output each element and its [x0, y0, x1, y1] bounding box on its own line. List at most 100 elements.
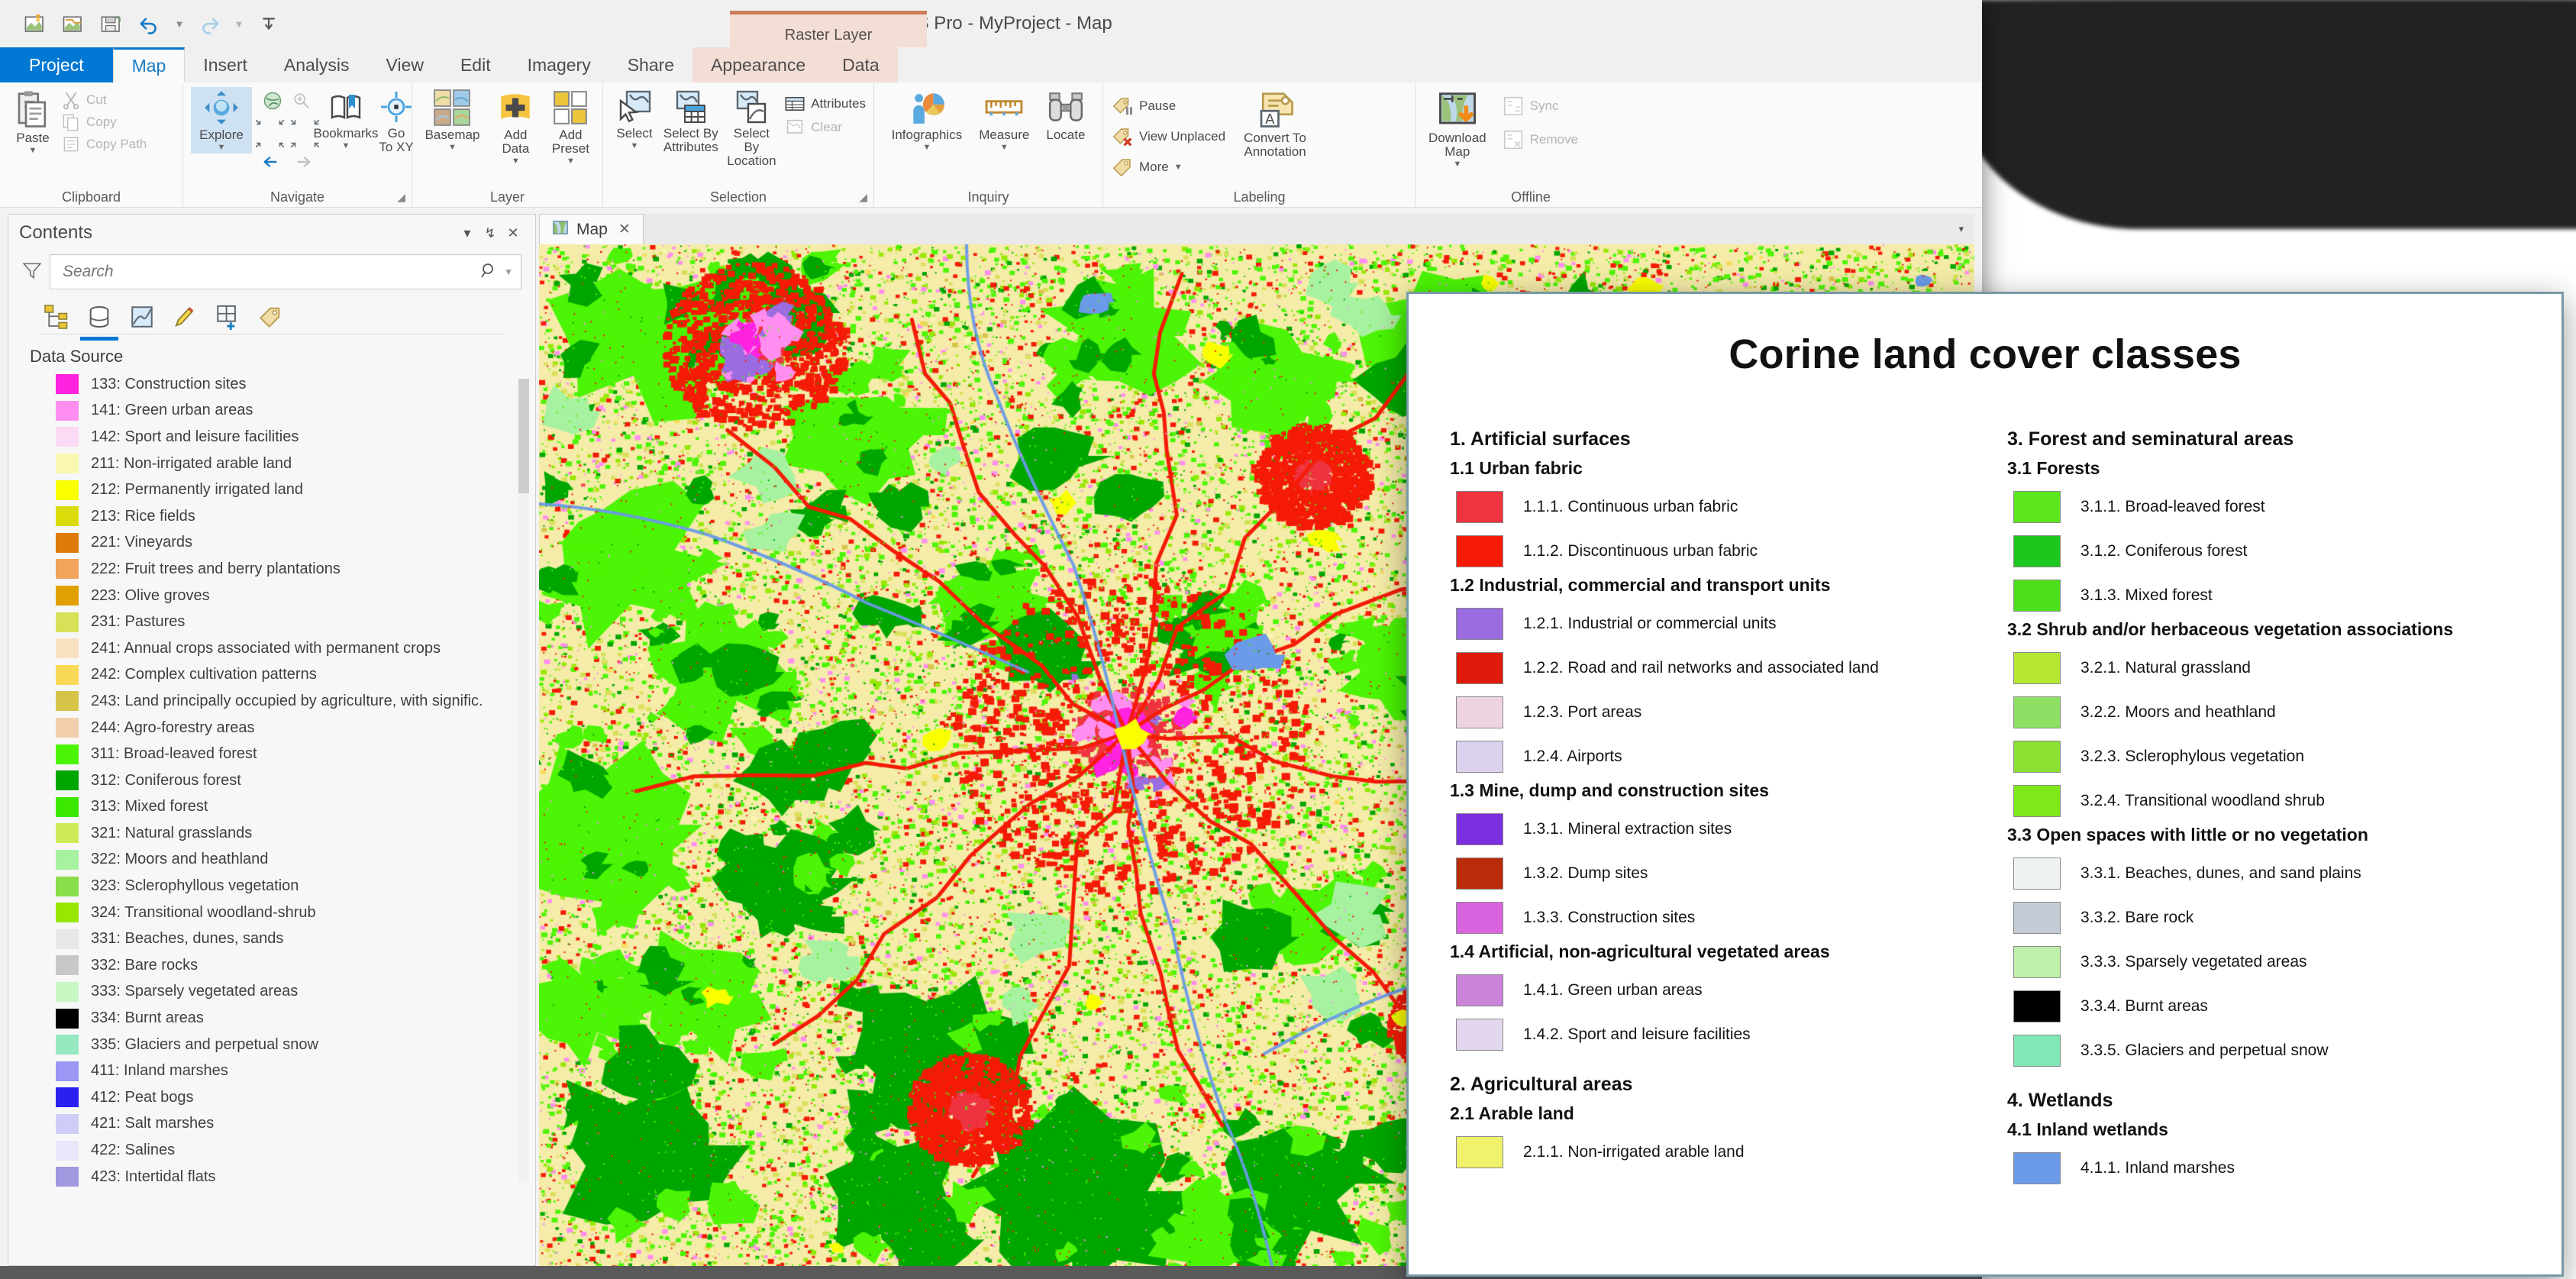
- locate-button[interactable]: Locate: [1041, 87, 1089, 144]
- bookmarks-dropdown-icon[interactable]: ▼: [342, 141, 350, 150]
- legend-row[interactable]: 243: Land principally occupied by agricu…: [56, 688, 535, 715]
- legend-row[interactable]: 142: Sport and leisure facilities: [56, 424, 535, 451]
- legend-row[interactable]: 324: Transitional woodland-shrub: [56, 899, 535, 926]
- copy-button[interactable]: Copy: [61, 112, 147, 132]
- bookmarks-button[interactable]: Bookmarks ▼: [313, 87, 379, 152]
- tab-edit[interactable]: Edit: [442, 47, 509, 82]
- cut-button[interactable]: Cut: [61, 90, 147, 110]
- tab-view[interactable]: View: [368, 47, 442, 82]
- legend-row[interactable]: 321: Natural grasslands: [56, 820, 535, 847]
- select-dropdown-icon[interactable]: ▼: [631, 141, 639, 150]
- copy-path-button[interactable]: Copy Path: [61, 134, 147, 154]
- legend-row[interactable]: 323: Sclerophyllous vegetation: [56, 873, 535, 899]
- close-map-tab-icon[interactable]: ✕: [618, 221, 631, 238]
- list-by-editing-icon[interactable]: [169, 301, 201, 333]
- navigate-dialog-launcher-icon[interactable]: ◢: [397, 191, 405, 204]
- zoom-in-arrows-2-icon[interactable]: [271, 118, 286, 132]
- measure-dropdown-icon[interactable]: ▼: [1000, 143, 1009, 152]
- legend-row[interactable]: 332: Bare rocks: [56, 952, 535, 979]
- map-tabbar-overflow-icon[interactable]: ▾: [1948, 214, 1974, 244]
- tab-imagery[interactable]: Imagery: [509, 47, 609, 82]
- legend-row[interactable]: 422: Salines: [56, 1137, 535, 1164]
- pin-pane-icon[interactable]: ↯: [479, 225, 502, 241]
- legend-row[interactable]: 223: Olive groves: [56, 583, 535, 609]
- redo-icon[interactable]: [194, 8, 224, 39]
- tab-map[interactable]: Map: [112, 47, 186, 82]
- basemap-dropdown-icon[interactable]: ▼: [448, 143, 457, 152]
- legend-row[interactable]: 412: Peat bogs: [56, 1084, 535, 1111]
- list-by-labeling-icon[interactable]: [254, 301, 286, 333]
- explore-dropdown-icon[interactable]: ▼: [218, 143, 226, 152]
- legend-row[interactable]: 421: Salt marshes: [56, 1111, 535, 1138]
- legend-row[interactable]: 333: Sparsely vegetated areas: [56, 979, 535, 1006]
- tab-insert[interactable]: Insert: [185, 47, 266, 82]
- select-by-location-button[interactable]: Select By Location: [724, 87, 780, 170]
- download-map-dropdown-icon[interactable]: ▼: [1453, 160, 1461, 169]
- legend-row[interactable]: 312: Coniferous forest: [56, 767, 535, 794]
- tab-share[interactable]: Share: [609, 47, 692, 82]
- zoom-in-arrows-icon[interactable]: [253, 118, 269, 132]
- infographics-dropdown-icon[interactable]: ▼: [922, 143, 931, 152]
- save-project-icon[interactable]: [96, 8, 127, 39]
- zoom-out-arrows-icon[interactable]: [289, 118, 304, 132]
- tab-appearance[interactable]: Appearance: [692, 47, 825, 82]
- legend-row[interactable]: 213: Rice fields: [56, 503, 535, 530]
- legend-row[interactable]: 211: Non-irrigated arable land: [56, 451, 535, 477]
- legend-row[interactable]: 331: Beaches, dunes, sands: [56, 925, 535, 952]
- sync-button[interactable]: Sync: [1502, 95, 1578, 118]
- basemap-button[interactable]: Basemap ▼: [421, 87, 485, 153]
- infographics-button[interactable]: Infographics ▼: [887, 87, 967, 153]
- download-map-button[interactable]: Download Map ▼: [1424, 87, 1491, 170]
- explore-button[interactable]: Explore ▼: [191, 87, 252, 153]
- legend-row[interactable]: 212: Permanently irrigated land: [56, 476, 535, 503]
- pane-menu-icon[interactable]: ▾: [456, 225, 479, 241]
- select-button[interactable]: Select ▼: [611, 87, 658, 152]
- legend-row[interactable]: 231: Pastures: [56, 609, 535, 635]
- full-extent-icon[interactable]: [262, 90, 283, 115]
- undo-dropdown-icon[interactable]: ▼: [173, 8, 186, 39]
- legend-row[interactable]: 313: Mixed forest: [56, 794, 535, 821]
- contents-legend-list[interactable]: 133: Construction sites 141: Green urban …: [8, 371, 535, 1203]
- search-dropdown-icon[interactable]: ▼: [498, 266, 513, 277]
- legend-row[interactable]: 423: Intertidal flats: [56, 1164, 535, 1190]
- search-box[interactable]: ▼: [50, 254, 521, 289]
- search-input[interactable]: [61, 262, 480, 282]
- legend-row[interactable]: 222: Fruit trees and berry plantations: [56, 556, 535, 583]
- tab-project[interactable]: Project: [0, 47, 113, 82]
- legend-row[interactable]: 334: Burnt areas: [56, 1005, 535, 1032]
- legend-row[interactable]: 141: Green urban areas: [56, 398, 535, 425]
- remove-offline-button[interactable]: Remove: [1502, 128, 1578, 151]
- legend-row[interactable]: 241: Annual crops associated with perman…: [56, 635, 535, 662]
- add-data-dropdown-icon[interactable]: ▼: [512, 157, 520, 166]
- paste-dropdown-icon[interactable]: ▼: [29, 146, 37, 155]
- legend-row[interactable]: 311: Broad-leaved forest: [56, 741, 535, 767]
- add-preset-button[interactable]: Add Preset ▼: [547, 87, 594, 167]
- search-icon[interactable]: [479, 261, 498, 283]
- selection-dialog-launcher-icon[interactable]: ◢: [859, 191, 867, 204]
- legend-row[interactable]: 244: Agro-forestry areas: [56, 715, 535, 741]
- zoom-corner-3-icon[interactable]: [289, 135, 304, 149]
- add-preset-dropdown-icon[interactable]: ▼: [567, 157, 575, 166]
- open-project-icon[interactable]: [58, 8, 89, 39]
- zoom-corner-icon[interactable]: [253, 135, 269, 149]
- previous-extent-icon[interactable]: [257, 153, 283, 170]
- add-data-button[interactable]: Add Data ▼: [492, 87, 539, 167]
- measure-button[interactable]: Measure ▼: [974, 87, 1034, 153]
- list-by-selection-icon[interactable]: [126, 301, 158, 333]
- undo-icon[interactable]: [134, 8, 165, 39]
- view-unplaced-labels-button[interactable]: View Unplaced: [1111, 125, 1225, 148]
- clear-selection-button[interactable]: Clear: [784, 117, 866, 138]
- list-by-data-source-icon[interactable]: [80, 301, 118, 341]
- tab-analysis[interactable]: Analysis: [266, 47, 368, 82]
- customize-quick-access-icon[interactable]: [253, 8, 284, 39]
- select-by-attributes-button[interactable]: Select By Attributes: [663, 87, 719, 156]
- convert-to-annotation-button[interactable]: A Convert To Annotation: [1239, 87, 1311, 160]
- redo-dropdown-icon[interactable]: ▼: [232, 8, 246, 39]
- tab-data[interactable]: Data: [824, 47, 898, 82]
- filter-icon[interactable]: [22, 260, 42, 284]
- zoom-corner-2-icon[interactable]: [271, 135, 286, 149]
- map-view-tab[interactable]: Map ✕: [539, 214, 644, 244]
- paste-button[interactable]: Paste ▼: [8, 87, 58, 157]
- pause-labels-button[interactable]: Pause: [1111, 95, 1225, 118]
- list-by-snapping-icon[interactable]: [211, 301, 244, 333]
